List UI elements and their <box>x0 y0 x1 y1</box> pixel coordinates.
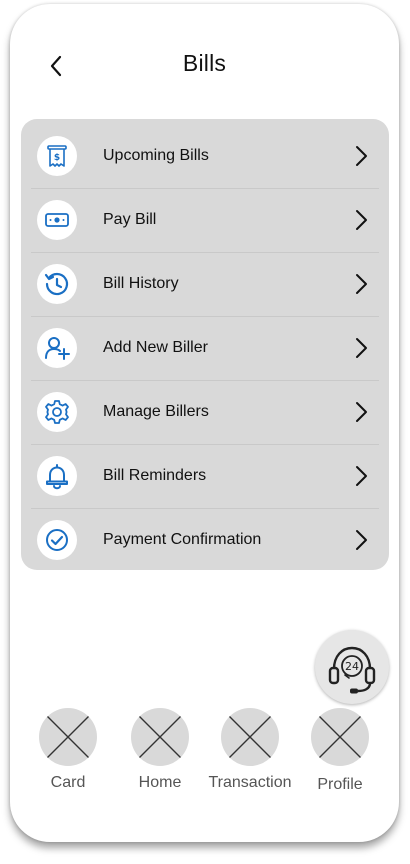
nav-label: Home <box>138 774 182 791</box>
menu-item-label: Manage Billers <box>103 403 209 420</box>
menu-item-label: Bill History <box>103 275 179 292</box>
menu-item-label: Bill Reminders <box>103 467 207 484</box>
chevron-right-icon <box>356 530 367 550</box>
menu-item-bill-history[interactable]: Bill History <box>31 253 379 317</box>
menu-item-label: Add New Biller <box>103 339 208 356</box>
nav-transaction[interactable]: Transaction <box>205 708 295 798</box>
transaction-placeholder-icon <box>221 708 279 766</box>
check-circle-icon <box>37 520 77 560</box>
receipt-icon: $ <box>37 136 77 176</box>
nav-label: Transaction <box>208 774 292 791</box>
menu-item-bill-reminders[interactable]: Bill Reminders <box>31 445 379 509</box>
menu-item-add-new-biller[interactable]: Add New Biller <box>31 317 379 381</box>
menu-item-payment-confirmation[interactable]: Payment Confirmation <box>31 509 379 573</box>
nav-label: Profile <box>317 776 363 793</box>
menu-item-manage-billers[interactable]: Manage Billers <box>31 381 379 445</box>
nav-label: Card <box>50 774 86 791</box>
svg-text:$: $ <box>54 153 60 163</box>
nav-card[interactable]: Card <box>23 708 113 798</box>
chevron-right-icon <box>356 466 367 486</box>
cash-icon <box>37 200 77 240</box>
home-placeholder-icon <box>131 708 189 766</box>
headset-24-icon: 24 <box>328 646 376 694</box>
nav-profile[interactable]: Profile <box>295 708 385 798</box>
chevron-right-icon <box>356 210 367 230</box>
chevron-right-icon <box>356 338 367 358</box>
menu-item-label: Payment Confirmation <box>103 531 262 548</box>
card-placeholder-icon <box>39 708 97 766</box>
bell-icon <box>37 456 77 496</box>
gear-icon <box>37 392 77 432</box>
support-button[interactable]: 24 <box>315 630 389 704</box>
chevron-right-icon <box>356 274 367 294</box>
add-user-icon <box>37 328 77 368</box>
history-icon <box>37 264 77 304</box>
nav-home[interactable]: Home <box>115 708 205 798</box>
svg-text:24: 24 <box>345 660 359 673</box>
bills-menu: $ Upcoming Bills Pay Bill Bill History A… <box>21 119 389 570</box>
page-title: Bills <box>182 50 227 76</box>
menu-item-upcoming-bills[interactable]: $ Upcoming Bills <box>31 125 379 189</box>
chevron-right-icon <box>356 402 367 422</box>
menu-item-label: Pay Bill <box>103 211 157 228</box>
menu-item-label: Upcoming Bills <box>103 147 209 164</box>
chevron-right-icon <box>356 146 367 166</box>
phone-frame: Bills $ Upcoming Bills Pay Bill Bill His… <box>10 4 399 842</box>
profile-placeholder-icon <box>311 708 369 766</box>
menu-item-pay-bill[interactable]: Pay Bill <box>31 189 379 253</box>
